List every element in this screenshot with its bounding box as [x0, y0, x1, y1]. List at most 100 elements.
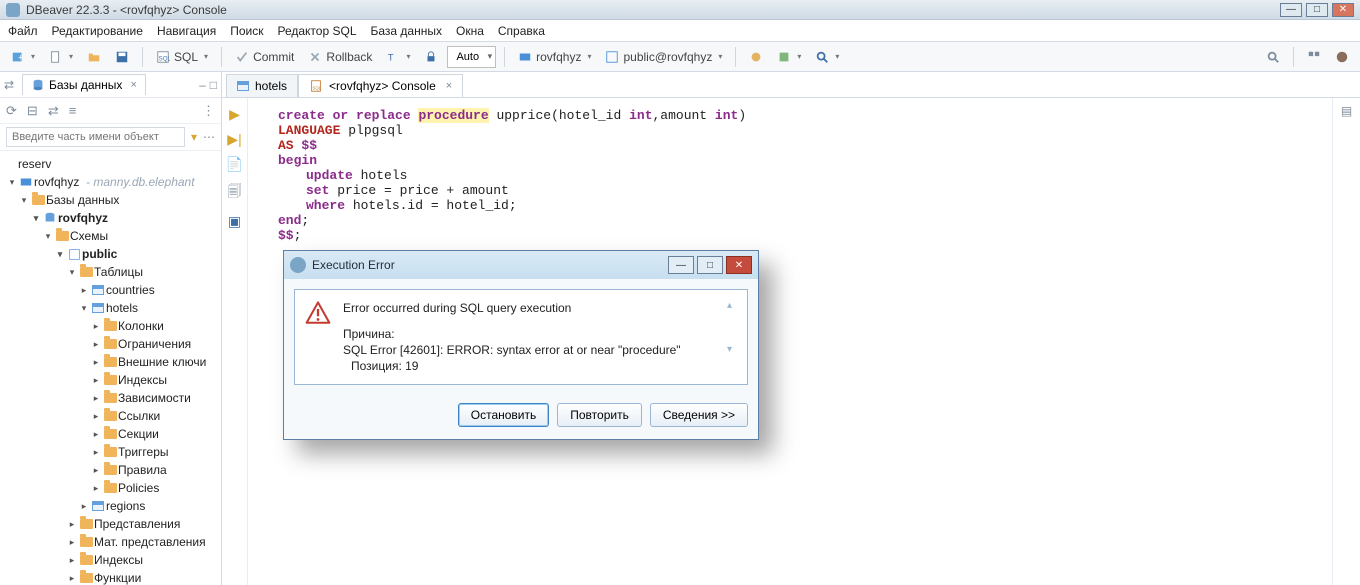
tree-table-countries[interactable]: ▸countries — [0, 281, 221, 299]
perspective-button[interactable] — [1302, 46, 1326, 68]
menu-database[interactable]: База данных — [371, 24, 442, 38]
close-icon[interactable]: × — [130, 79, 136, 91]
tree-connection[interactable]: ▾rovfqhyz - manny.db.elephant — [0, 173, 221, 191]
refresh-icon[interactable]: ⟳ — [6, 103, 17, 119]
schema-label: public@rovfqhyz — [623, 50, 712, 64]
tab-hotels[interactable]: hotels — [226, 74, 298, 97]
sidebar-tabbar: ⇄ Базы данных × – □ — [0, 72, 221, 98]
sidebar-filter-input[interactable] — [6, 127, 185, 147]
tree-folder-item[interactable]: ▸Ограничения — [0, 335, 221, 353]
lock-button[interactable] — [419, 46, 443, 68]
filter-icon[interactable]: ≡ — [69, 103, 77, 118]
menu-windows[interactable]: Окна — [456, 24, 484, 38]
tree-folder-item[interactable]: ▸Правила — [0, 461, 221, 479]
folder-icon — [104, 357, 117, 367]
menu-edit[interactable]: Редактирование — [52, 24, 143, 38]
dialog-content: Error occurred during SQL query executio… — [294, 289, 748, 385]
window-minimize-button[interactable]: — — [1280, 3, 1302, 17]
tree-folder-item[interactable]: ▸Представления — [0, 515, 221, 533]
explain-icon[interactable]: 🗐 — [228, 181, 242, 205]
dialog-minimize-button[interactable]: — — [668, 256, 694, 274]
tree-database[interactable]: ▾rovfqhyz — [0, 209, 221, 227]
tree-table-regions[interactable]: ▸regions — [0, 497, 221, 515]
new-button[interactable]: ▾ — [44, 46, 78, 68]
menu-search[interactable]: Поиск — [230, 24, 263, 38]
tree-table-hotels[interactable]: ▾hotels — [0, 299, 221, 317]
sql-editor-button[interactable]: SQLSQL▾ — [151, 46, 213, 68]
quick-search-button[interactable] — [1261, 46, 1285, 68]
folder-icon — [80, 267, 93, 277]
dialog-titlebar[interactable]: Execution Error — □ ✕ — [284, 251, 758, 279]
minimize-view-icon[interactable]: – — [199, 78, 206, 92]
sql-file-icon: SQL — [309, 79, 323, 93]
execute-icon[interactable]: ▶ — [229, 106, 240, 123]
tools-button-1[interactable] — [744, 46, 768, 68]
editor-right-rail: ▤ — [1332, 98, 1360, 585]
options-icon[interactable]: ⋯ — [203, 130, 215, 144]
sidebar: ⇄ Базы данных × – □ ⟳ ⊟ ⇄ ≡ ⋮ ▾ ⋯ reserv… — [0, 72, 222, 585]
sidebar-tab-databases[interactable]: Базы данных × — [22, 74, 146, 95]
folder-icon — [80, 555, 93, 565]
menu-navigation[interactable]: Навигация — [157, 24, 216, 38]
dialog-title: Execution Error — [312, 258, 395, 272]
tree-folder-item[interactable]: ▸Policies — [0, 479, 221, 497]
tab-label: hotels — [255, 79, 287, 93]
new-connection-button[interactable]: +▾ — [6, 46, 40, 68]
schema-combo[interactable]: public@rovfqhyz▾ — [600, 46, 727, 68]
execute-statement-icon[interactable]: 📄 — [226, 156, 243, 173]
stop-button[interactable]: Остановить — [458, 403, 550, 427]
table-icon — [92, 501, 104, 511]
close-icon[interactable]: × — [446, 80, 452, 92]
menu-sql-editor[interactable]: Редактор SQL — [277, 24, 356, 38]
dialog-heading: Error occurred during SQL query executio… — [343, 300, 715, 316]
save-button[interactable] — [110, 46, 134, 68]
funnel-icon[interactable]: ▾ — [191, 130, 197, 144]
table-icon — [92, 285, 104, 295]
menu-file[interactable]: Файл — [8, 24, 38, 38]
tree-folder-item[interactable]: ▸Секции — [0, 425, 221, 443]
tree-folder-item[interactable]: ▸Индексы — [0, 371, 221, 389]
folder-icon — [104, 321, 117, 331]
execute-script-icon[interactable]: ▶| — [227, 131, 241, 148]
maximize-view-icon[interactable]: □ — [210, 78, 217, 92]
more-icon[interactable]: ⋮ — [202, 103, 215, 119]
tx-mode-combo[interactable]: Auto — [447, 46, 496, 68]
tree-databases-group[interactable]: ▾Базы данных — [0, 191, 221, 209]
tree-folder-item[interactable]: ▸Колонки — [0, 317, 221, 335]
dialog-maximize-button[interactable]: □ — [697, 256, 723, 274]
tree-folder-item[interactable]: ▸Зависимости — [0, 389, 221, 407]
open-button[interactable] — [82, 46, 106, 68]
menu-help[interactable]: Справка — [498, 24, 545, 38]
tree-folder-item[interactable]: ▸Индексы — [0, 551, 221, 569]
link-icon[interactable]: ⇄ — [48, 103, 59, 119]
tree-folder-item[interactable]: ▸Триггеры — [0, 443, 221, 461]
retry-button[interactable]: Повторить — [557, 403, 642, 427]
tree-schema-public[interactable]: ▾public — [0, 245, 221, 263]
database-icon — [43, 211, 57, 225]
dialog-app-icon — [290, 257, 306, 273]
database-tree[interactable]: reserv ▾rovfqhyz - manny.db.elephant ▾Ба… — [0, 151, 221, 585]
rollback-button[interactable]: Rollback — [303, 46, 377, 68]
sidebar-link-icon[interactable]: ⇄ — [4, 78, 18, 92]
dbeaver-icon[interactable] — [1330, 46, 1354, 68]
window-close-button[interactable]: ✕ — [1332, 3, 1354, 17]
window-maximize-button[interactable]: □ — [1306, 3, 1328, 17]
tx-button[interactable]: T▾ — [381, 46, 415, 68]
connection-combo[interactable]: rovfqhyz▾ — [513, 46, 596, 68]
tab-console[interactable]: SQL <rovfqhyz> Console × — [298, 74, 463, 97]
tree-folder-item[interactable]: ▸Ссылки — [0, 407, 221, 425]
tools-button-2[interactable]: ▾ — [772, 46, 806, 68]
tree-schemas[interactable]: ▾Схемы — [0, 227, 221, 245]
details-button[interactable]: Сведения >> — [650, 403, 748, 427]
tree-folder-item[interactable]: ▸Мат. представления — [0, 533, 221, 551]
commit-button[interactable]: Commit — [230, 46, 299, 68]
tree-folder-item[interactable]: ▸Функции — [0, 569, 221, 585]
tree-tables[interactable]: ▾Таблицы — [0, 263, 221, 281]
collapse-icon[interactable]: ⊟ — [27, 103, 38, 119]
search-toolbar-button[interactable]: ▾ — [810, 46, 844, 68]
outline-icon[interactable]: ▤ — [1341, 104, 1352, 118]
dialog-close-button[interactable]: ✕ — [726, 256, 752, 274]
titlebar: DBeaver 22.3.3 - <rovfqhyz> Console — □ … — [0, 0, 1360, 20]
export-icon[interactable]: ▣ — [228, 213, 241, 230]
tree-folder-item[interactable]: ▸Внешние ключи — [0, 353, 221, 371]
